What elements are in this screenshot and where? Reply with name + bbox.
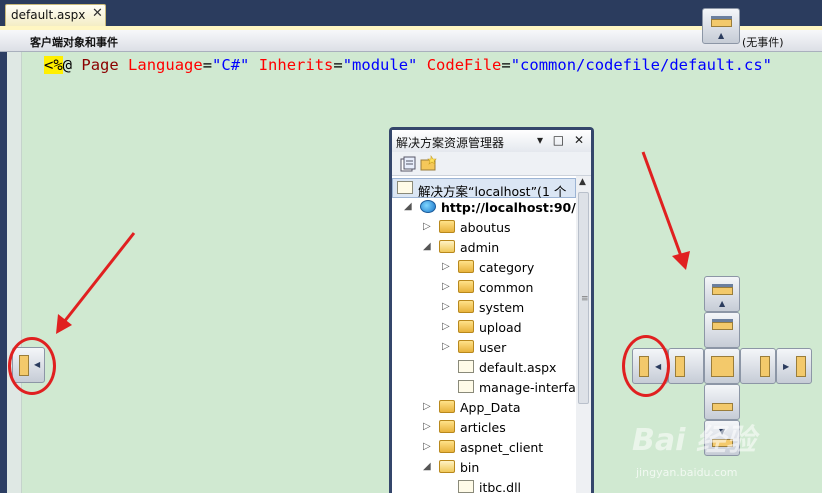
baidu-watermark-url: jingyan.baidu.com: [636, 466, 738, 479]
annotation-arrow-right: [641, 151, 683, 257]
annotation-arrow-left: [62, 232, 136, 323]
annotation-arrowhead-right: [672, 251, 690, 270]
baidu-watermark: Bai 经验: [632, 423, 756, 458]
